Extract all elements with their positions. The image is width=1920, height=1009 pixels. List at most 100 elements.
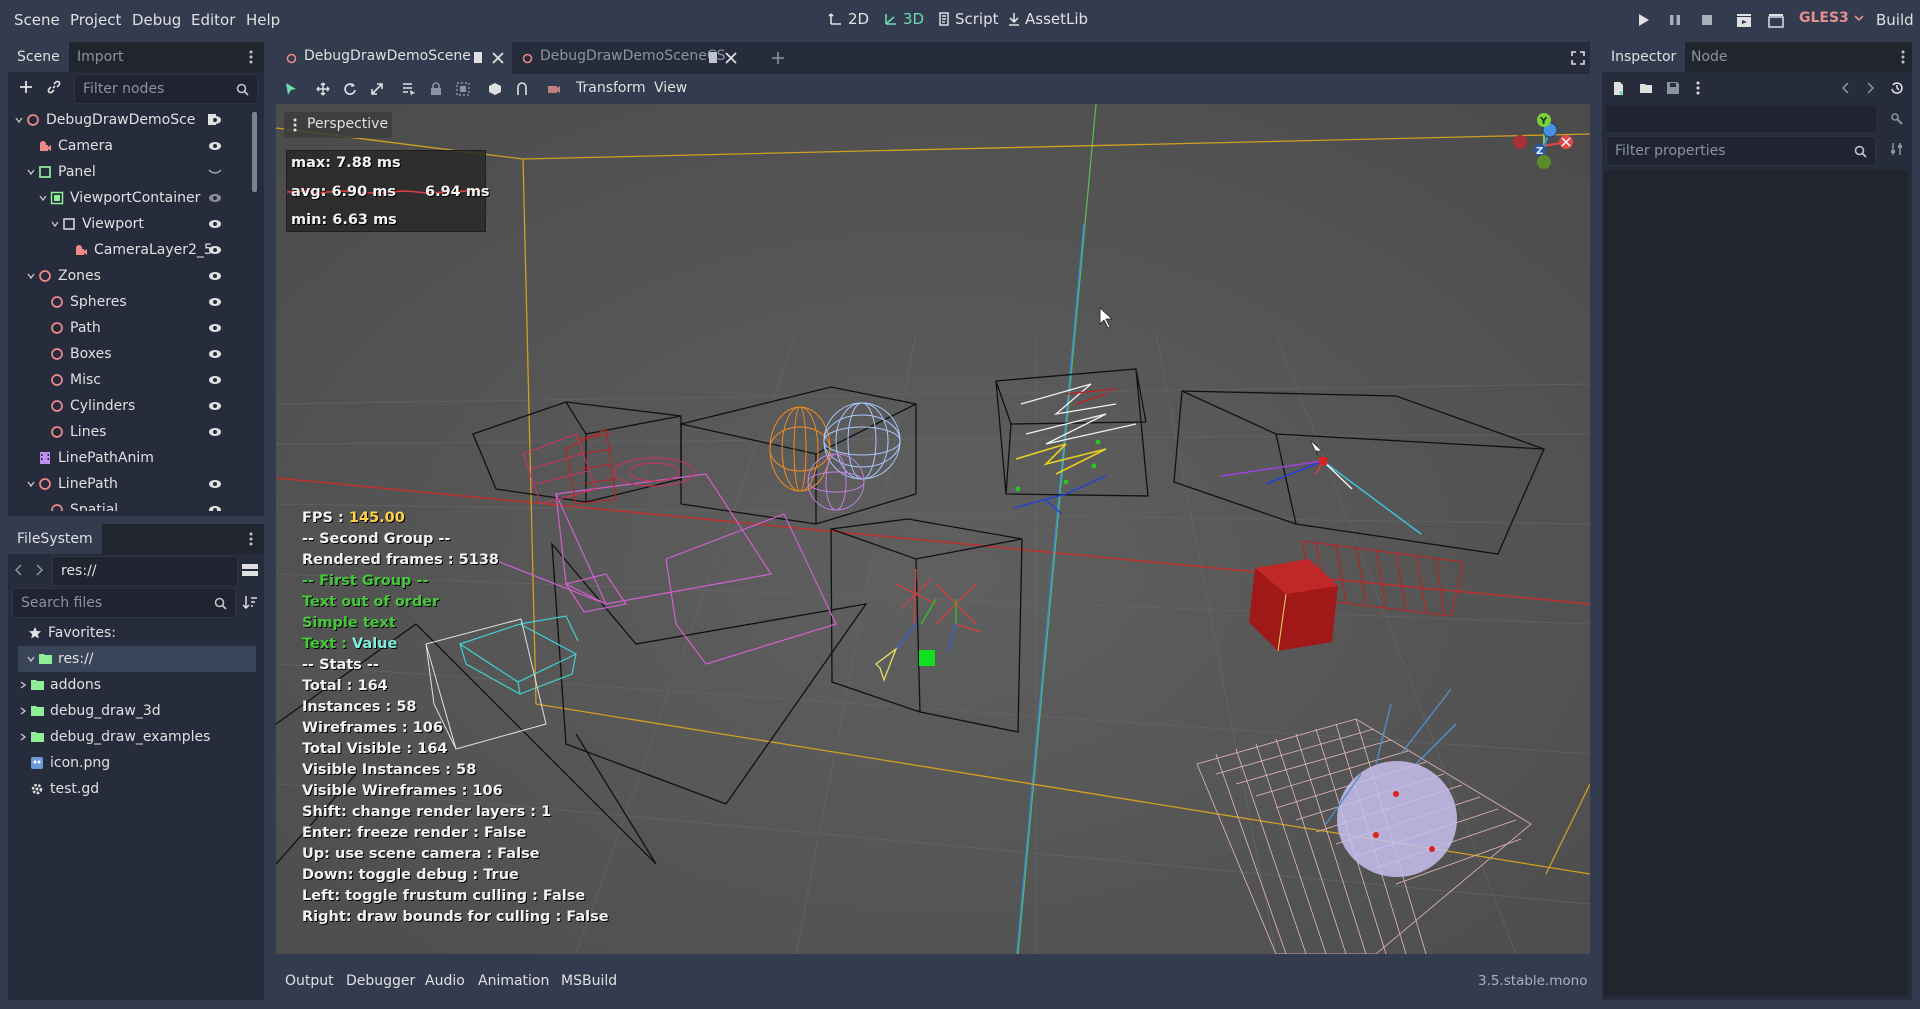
orientation-gizmo[interactable]: Y Z — [1504, 108, 1584, 188]
list-select-icon[interactable] — [402, 82, 416, 96]
stop-button[interactable] — [1698, 11, 1716, 29]
path-input[interactable]: res:// — [52, 556, 238, 586]
fullscreen-icon[interactable] — [1571, 51, 1585, 65]
view-menu[interactable]: View — [654, 80, 687, 96]
scale-tool-icon[interactable] — [370, 82, 384, 96]
bottom-tab-debugger[interactable]: Debugger — [346, 973, 415, 989]
chevron-down-icon[interactable] — [38, 193, 48, 203]
add-node-button[interactable] — [15, 76, 37, 98]
mode-assetlib-button[interactable]: AssetLib — [1007, 10, 1088, 28]
history-back-button[interactable] — [1839, 77, 1853, 99]
visibility-eye-icon[interactable] — [208, 296, 222, 308]
chevron-right-icon[interactable] — [18, 680, 28, 690]
filter-properties-input[interactable]: Filter properties — [1606, 136, 1876, 166]
bottom-tab-audio[interactable]: Audio — [425, 973, 465, 989]
filesystem-menu-button[interactable] — [244, 528, 258, 550]
visibility-eye-icon[interactable] — [208, 114, 222, 126]
play-custom-scene-button[interactable] — [1767, 11, 1785, 29]
visibility-eye-icon[interactable] — [208, 244, 222, 256]
visibility-eye-icon[interactable] — [208, 322, 222, 334]
perspective-menu[interactable]: Perspective — [284, 112, 392, 138]
forward-button[interactable] — [32, 559, 46, 581]
history-button[interactable] — [1886, 77, 1908, 99]
scene-tree-item-spheres[interactable]: Spheres — [8, 289, 244, 315]
search-files-input[interactable]: Search files — [12, 588, 236, 618]
tab-inspector[interactable]: Inspector — [1602, 42, 1686, 72]
scene-tree-item-path[interactable]: Path — [8, 315, 244, 341]
scene-tree-item-debugdrawdemosce[interactable]: DebugDrawDemoSce — [8, 107, 244, 133]
visibility-eye-icon[interactable] — [208, 218, 222, 230]
visibility-eye-icon[interactable] — [208, 426, 222, 438]
scene-tree-item-linepathanim[interactable]: LinePathAnim — [8, 445, 244, 471]
filesystem-item-icon-png[interactable]: icon.png — [8, 750, 256, 776]
visibility-eye-icon[interactable] — [208, 140, 222, 152]
scene-tree-item-viewportcontainer[interactable]: ViewportContainer — [8, 185, 244, 211]
chevron-right-icon[interactable] — [18, 732, 28, 742]
rotate-tool-icon[interactable] — [343, 82, 357, 96]
menu-debug[interactable]: Debug — [132, 11, 181, 29]
inspector-options-button[interactable] — [1687, 77, 1709, 99]
close-icon[interactable] — [492, 52, 504, 64]
bottom-tab-animation[interactable]: Animation — [478, 973, 549, 989]
instance-scene-button[interactable] — [43, 76, 65, 98]
property-settings-button[interactable] — [1886, 138, 1908, 160]
snap-icon[interactable] — [515, 82, 529, 96]
back-button[interactable] — [12, 559, 26, 581]
scene-tab-1[interactable]: DebugDrawDemoSceneCS — [512, 42, 750, 74]
filesystem-item-debug-draw-examples[interactable]: debug_draw_examples — [8, 724, 256, 750]
tab-filesystem[interactable]: FileSystem — [8, 524, 102, 554]
scene-tree-item-misc[interactable]: Misc — [8, 367, 244, 393]
scene-dock-menu-button[interactable] — [244, 46, 258, 68]
scene-tree-item-cylinders[interactable]: Cylinders — [8, 393, 244, 419]
local-space-icon[interactable] — [488, 82, 502, 96]
scene-tree-item-spatial[interactable]: Spatial — [8, 497, 244, 511]
new-resource-button[interactable] — [1608, 77, 1630, 99]
tab-scene[interactable]: Scene — [8, 42, 69, 72]
inspector-menu-button[interactable] — [1896, 46, 1910, 68]
scene-tree-item-zones[interactable]: Zones — [8, 263, 244, 289]
scene-tree-item-lines[interactable]: Lines — [8, 419, 244, 445]
tab-node[interactable]: Node — [1682, 42, 1737, 72]
menu-scene[interactable]: Scene — [14, 11, 60, 29]
camera-override-icon[interactable] — [547, 82, 561, 96]
mode-script-button[interactable]: Script — [937, 10, 999, 28]
tab-import[interactable]: Import — [68, 42, 132, 72]
renderer-select[interactable]: GLES3 — [1799, 10, 1865, 26]
history-forward-button[interactable] — [1863, 77, 1877, 99]
pause-button[interactable] — [1666, 11, 1684, 29]
transform-menu[interactable]: Transform — [576, 80, 646, 96]
menu-editor[interactable]: Editor — [191, 11, 235, 29]
scene-tree-item-panel[interactable]: Panel — [8, 159, 244, 185]
object-path-field[interactable] — [1606, 106, 1876, 132]
filesystem-item-addons[interactable]: addons — [8, 672, 256, 698]
play-button[interactable] — [1634, 11, 1652, 29]
3d-viewport[interactable]: Perspective max: 7.88 ms avg: 6.90 ms 6.… — [276, 104, 1590, 954]
chevron-down-icon[interactable] — [14, 115, 24, 125]
bottom-tab-msbuild[interactable]: MSBuild — [561, 973, 617, 989]
chevron-right-icon[interactable] — [18, 706, 28, 716]
filesystem-item-debug-draw-3d[interactable]: debug_draw_3d — [8, 698, 256, 724]
scene-tree-item-boxes[interactable]: Boxes — [8, 341, 244, 367]
chevron-down-icon[interactable] — [26, 479, 36, 489]
scene-tree-item-camera[interactable]: Camera — [8, 133, 244, 159]
select-tool-icon[interactable] — [284, 82, 298, 96]
scene-tree-item-viewport[interactable]: Viewport — [8, 211, 244, 237]
chevron-down-icon[interactable] — [26, 271, 36, 281]
toggle-split-button[interactable] — [239, 559, 261, 581]
visibility-eye-icon[interactable] — [208, 478, 222, 490]
close-icon[interactable] — [725, 52, 737, 64]
group-icon[interactable] — [456, 82, 470, 96]
chevron-down-icon[interactable] — [26, 167, 36, 177]
move-tool-icon[interactable] — [316, 82, 330, 96]
visibility-eye-icon[interactable] — [208, 192, 222, 204]
visibility-eye-icon[interactable] — [208, 270, 222, 282]
mode-3d-button[interactable]: 3D — [883, 10, 924, 28]
bottom-tab-output[interactable]: Output — [285, 973, 334, 989]
menu-project[interactable]: Project — [70, 11, 121, 29]
save-resource-button[interactable] — [1662, 77, 1684, 99]
object-properties-button[interactable] — [1886, 108, 1908, 130]
menu-help[interactable]: Help — [246, 11, 280, 29]
sort-files-button[interactable] — [239, 591, 261, 613]
scene-tab-0[interactable]: DebugDrawDemoScene — [276, 42, 512, 74]
favorites-row[interactable]: Favorites: — [8, 620, 256, 646]
